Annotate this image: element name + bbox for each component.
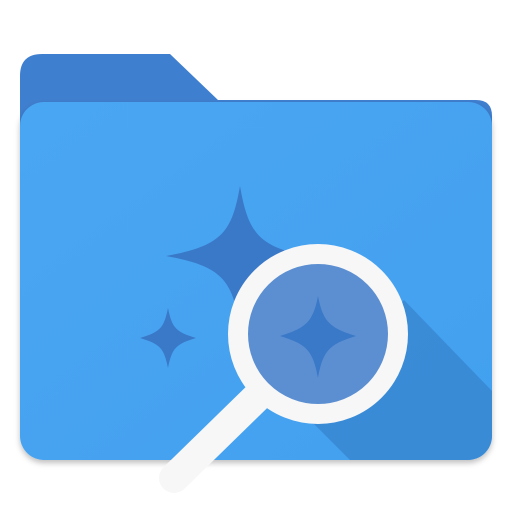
app-icon [0, 0, 512, 512]
folder-search-icon [20, 54, 492, 493]
